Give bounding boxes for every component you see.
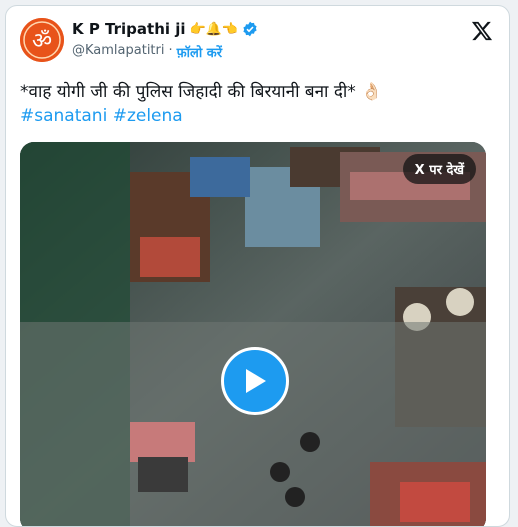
video-media[interactable]: X पर देखें <box>20 142 486 526</box>
play-button[interactable] <box>221 347 289 415</box>
svg-text:ॐ: ॐ <box>32 29 52 54</box>
tweet-body: *वाह योगी जी की पुलिस जिहादी की बिरयानी … <box>20 82 383 102</box>
verified-badge-icon <box>243 21 257 37</box>
handle-row: @Kamlapatitri · फ़ॉलो करें <box>72 43 222 61</box>
follow-button[interactable]: फ़ॉलो करें <box>177 43 222 61</box>
hashtag-zelena[interactable]: #zelena <box>113 106 183 126</box>
author-name-row: K P Tripathi ji 👉🔔👈 <box>72 20 258 38</box>
separator-dot: · <box>168 43 173 58</box>
avatar[interactable]: ॐ <box>20 18 64 62</box>
video-thumbnail <box>20 142 486 526</box>
tweet-text: *वाह योगी जी की पुलिस जिहादी की बिरयानी … <box>20 80 490 128</box>
author-name[interactable]: K P Tripathi ji <box>72 20 186 38</box>
x-logo-icon[interactable] <box>471 20 493 42</box>
hashtag-sanatani[interactable]: #sanatani <box>20 106 107 126</box>
tweet-card[interactable]: ॐ K P Tripathi ji 👉🔔👈 @Kamlapatitri · फ़… <box>5 5 510 527</box>
watch-on-x-button[interactable]: X पर देखें <box>402 154 476 184</box>
om-avatar-image: ॐ <box>20 18 64 62</box>
author-emoji: 👉🔔👈 <box>189 21 239 37</box>
author-handle[interactable]: @Kamlapatitri <box>72 43 165 61</box>
play-icon <box>246 369 266 393</box>
hashtag-list: #sanatani #zelena <box>20 104 490 128</box>
